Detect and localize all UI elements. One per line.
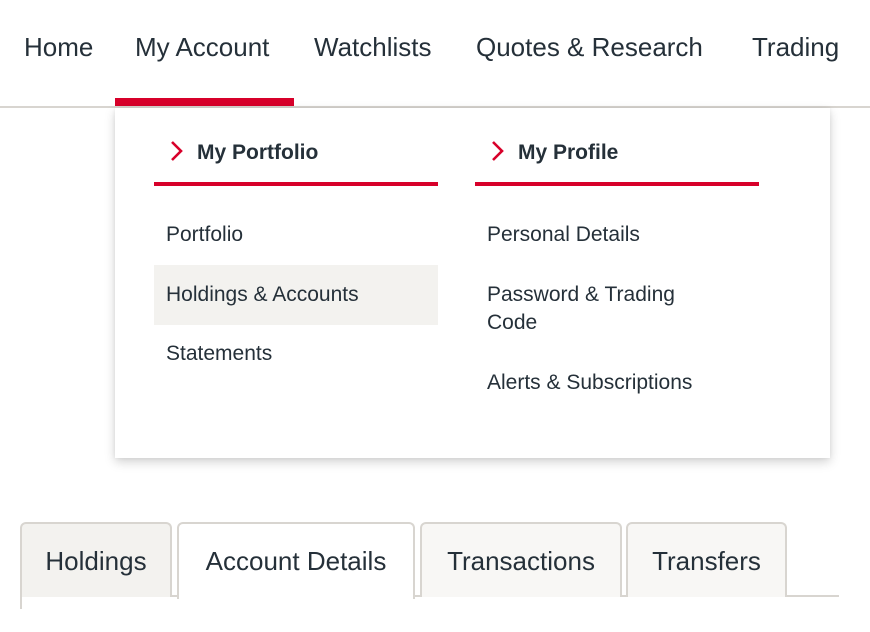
tab-holdings[interactable]: Holdings: [20, 522, 172, 597]
menu-item-statements[interactable]: Statements: [154, 340, 438, 372]
my-portfolio-column: My Portfolio Portfolio Holdings & Accoun…: [154, 108, 438, 365]
menu-item-portfolio[interactable]: Portfolio: [154, 221, 438, 253]
menu-item-alerts-subscriptions[interactable]: Alerts & Subscriptions: [475, 369, 759, 401]
menu-item-holdings-accounts[interactable]: Holdings & Accounts: [154, 265, 438, 325]
my-account-dropdown-menu: My Portfolio Portfolio Holdings & Accoun…: [115, 108, 830, 458]
top-navigation: Home My Account Watchlists Quotes & Rese…: [0, 0, 870, 108]
account-tabs: Holdings Account Details Transactions Tr…: [20, 521, 839, 609]
my-portfolio-header[interactable]: My Portfolio: [154, 108, 438, 186]
page: Home My Account Watchlists Quotes & Rese…: [0, 0, 870, 632]
my-profile-column: My Profile Personal Details Password & T…: [475, 108, 759, 394]
my-profile-title: My Profile: [518, 141, 619, 164]
my-profile-header[interactable]: My Profile: [475, 108, 759, 186]
nav-item-home[interactable]: Home: [24, 30, 93, 64]
menu-item-password-trading-code[interactable]: Password & Trading Code: [475, 281, 735, 341]
nav-item-quotes-research[interactable]: Quotes & Research: [476, 30, 703, 64]
nav-item-watchlists[interactable]: Watchlists: [314, 30, 432, 64]
nav-item-trading[interactable]: Trading: [752, 30, 839, 64]
tabs-left-border: [20, 595, 22, 609]
chevron-right-icon: [171, 141, 183, 161]
tab-account-details[interactable]: Account Details: [177, 522, 415, 599]
my-portfolio-title: My Portfolio: [197, 141, 319, 164]
tab-transactions[interactable]: Transactions: [420, 522, 622, 597]
nav-item-my-account[interactable]: My Account: [135, 30, 269, 64]
active-nav-indicator: [115, 98, 294, 106]
chevron-right-icon: [492, 141, 504, 161]
tab-transfers[interactable]: Transfers: [626, 522, 787, 597]
menu-item-personal-details[interactable]: Personal Details: [475, 221, 759, 253]
